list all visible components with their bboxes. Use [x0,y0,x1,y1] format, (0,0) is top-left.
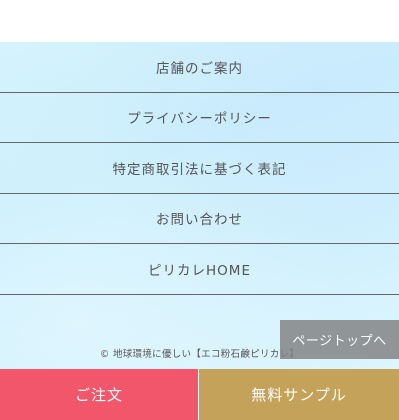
footer-menu-item-privacy-policy[interactable]: プライバシーポリシー [0,93,399,143]
footer-menu-item-store-info[interactable]: 店舗のご案内 [0,42,399,93]
page-top-blank-area [0,0,399,42]
free-sample-button[interactable]: 無料サンプル [199,369,399,420]
bottom-action-bar: ご注文 無料サンプル [0,369,399,420]
footer-menu-item-home[interactable]: ピリカレHOME [0,244,399,295]
page-top-button[interactable]: ページトップへ [280,320,399,359]
footer-menu: 店舗のご案内 プライバシーポリシー 特定商取引法に基づく表記 お問い合わせ ピリ… [0,42,399,295]
footer-menu-item-contact[interactable]: お問い合わせ [0,194,399,244]
footer-menu-item-commercial-law[interactable]: 特定商取引法に基づく表記 [0,143,399,194]
order-button[interactable]: ご注文 [0,369,199,420]
